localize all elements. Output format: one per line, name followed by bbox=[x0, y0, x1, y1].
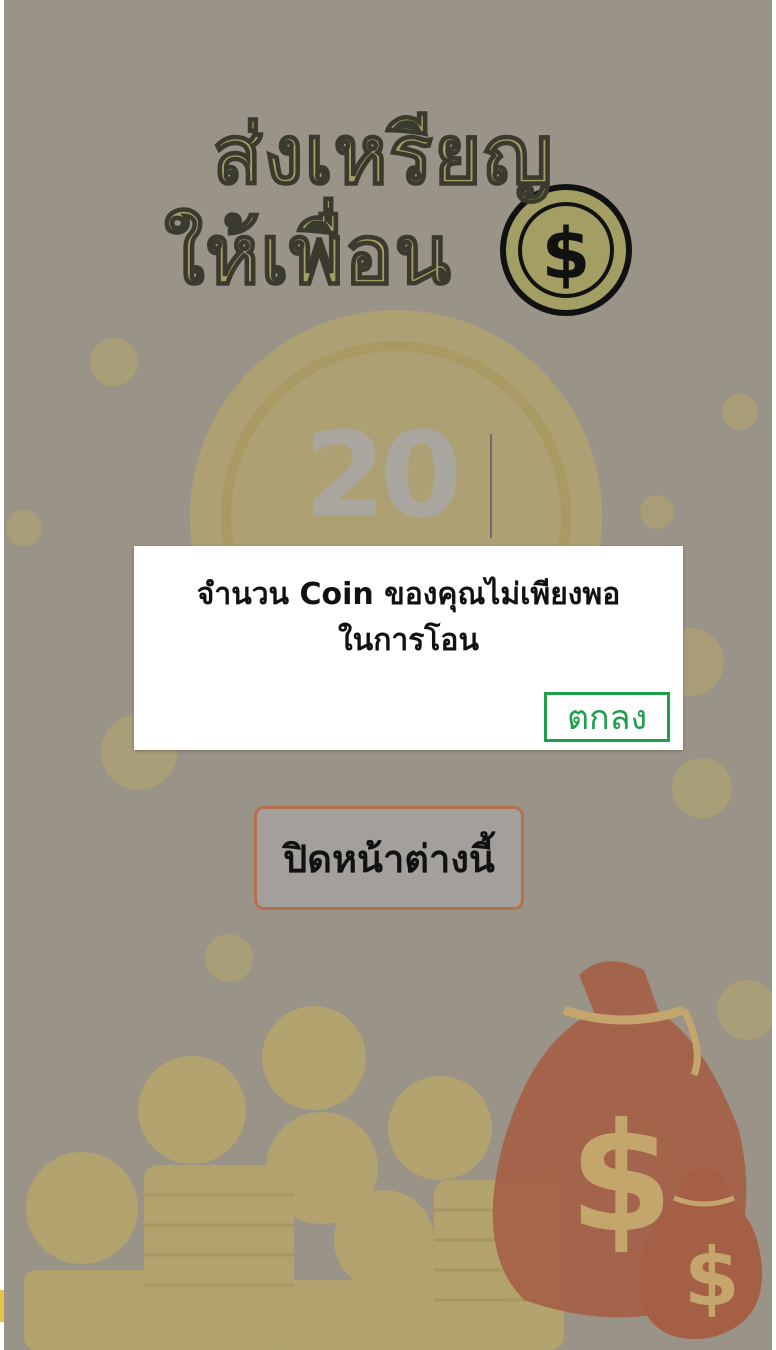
amount-input[interactable]: 20 bbox=[304, 410, 504, 540]
svg-text:$: $ bbox=[684, 1231, 740, 1324]
dialog-message: จำนวน Coin ของคุณไม่เพียงพอ ในการโอน bbox=[144, 572, 673, 664]
amount-value: 20 bbox=[304, 406, 462, 544]
close-window-button[interactable]: ปิดหน้าต่างนี้ bbox=[254, 806, 524, 910]
coin-stacks-illustration bbox=[24, 1006, 564, 1350]
send-coin-screen: $ $ $ ส่งเหรียญ ให้เพื่อน 20 ปิดหน้าต่าง… bbox=[4, 0, 772, 1350]
dialog-message-line2: ในการโอน bbox=[338, 623, 479, 658]
insufficient-coin-dialog: จำนวน Coin ของคุณไม่เพียงพอ ในการโอน ตกล… bbox=[134, 546, 683, 750]
text-caret bbox=[490, 434, 492, 538]
page-title-line2: ให้เพื่อน bbox=[163, 207, 452, 304]
ok-button[interactable]: ตกลง bbox=[544, 692, 670, 742]
dialog-message-line1: จำนวน Coin ของคุณไม่เพียงพอ bbox=[196, 577, 621, 612]
